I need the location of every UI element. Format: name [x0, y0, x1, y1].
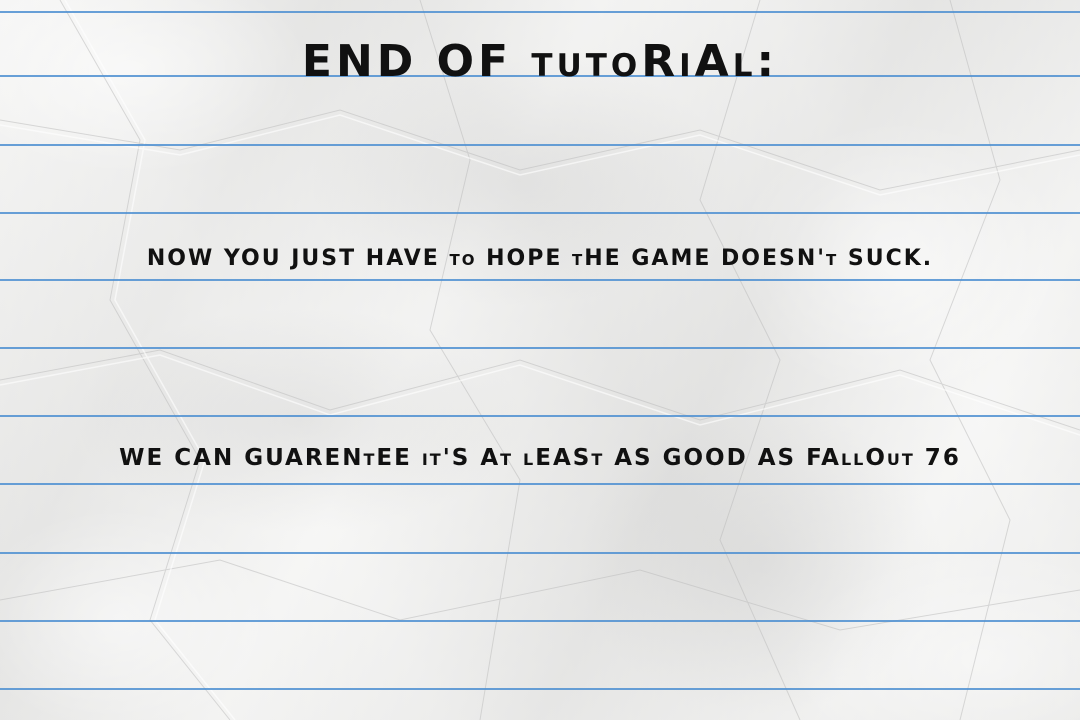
- message-line-1: NOW YOU JUST HAVE to HOPE tHE GAME DOESN…: [146, 246, 934, 271]
- notebook-paper-background: END OF tutoRiAl: NOW YOU JUST HAVE to HO…: [0, 0, 1080, 720]
- ruled-line: [0, 11, 1080, 13]
- paper-crease-texture: [0, 0, 1080, 720]
- tutorial-title: END OF tutoRiAl:: [301, 36, 779, 87]
- ruled-line: [0, 483, 1080, 485]
- ruled-line: [0, 212, 1080, 214]
- ruled-line: [0, 415, 1080, 417]
- ruled-line: [0, 347, 1080, 349]
- ruled-line: [0, 552, 1080, 554]
- ruled-line: [0, 620, 1080, 622]
- ruled-line: [0, 279, 1080, 281]
- ruled-line: [0, 144, 1080, 146]
- message-line-2: WE CAN GUARENtEE it'S At lEASt AS GOOD A…: [119, 445, 961, 471]
- ruled-line: [0, 688, 1080, 690]
